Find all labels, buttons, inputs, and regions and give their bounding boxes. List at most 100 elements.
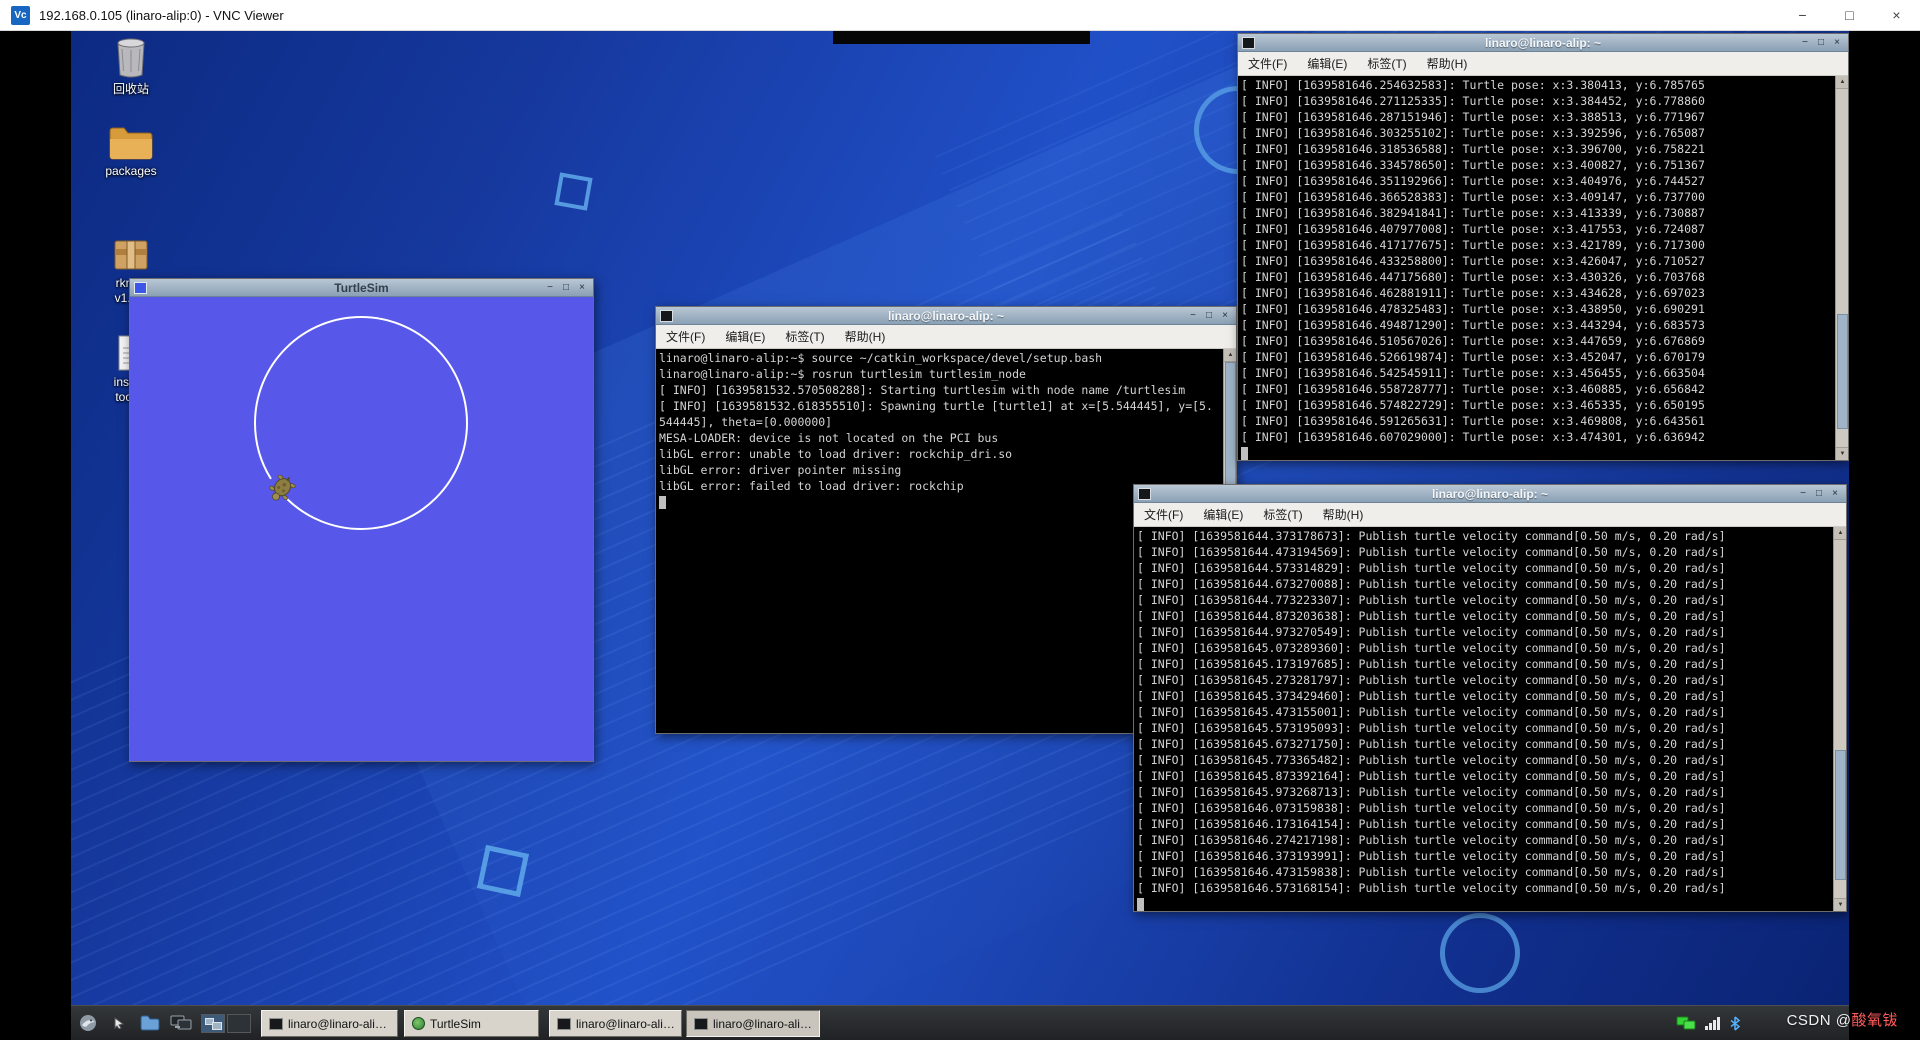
cursor-row	[1137, 896, 1846, 911]
terminal-line: 544445], theta=[0.000000]	[659, 415, 833, 429]
terminal-line: [ INFO] [1639581646.287151946]: Turtle p…	[1241, 110, 1705, 124]
menu-item[interactable]: 文件(F)	[1134, 503, 1193, 527]
system-tray	[1676, 1006, 1741, 1040]
menu-item[interactable]: 标签(T)	[1253, 503, 1312, 527]
network-status-icon[interactable]	[1676, 1015, 1696, 1031]
scrollbar-thumb[interactable]	[1835, 749, 1846, 881]
scroll-up-icon[interactable]: ▲	[1834, 527, 1846, 540]
bluetooth-icon[interactable]	[1729, 1015, 1741, 1031]
titlebar[interactable]: linaro@linaro-alip: ~ − □ ×	[1238, 34, 1848, 52]
menubar: 文件(F) 编辑(E) 标签(T) 帮助(H)	[656, 325, 1236, 349]
terminal-line: [ INFO] [1639581646.334578650]: Turtle p…	[1241, 158, 1705, 172]
terminal-line: [ INFO] [1639581646.274217198]: Publish …	[1137, 833, 1726, 847]
titlebar[interactable]: linaro@linaro-alip: ~ − □ ×	[1134, 485, 1846, 503]
minimize-button[interactable]: −	[1797, 36, 1813, 50]
desktop-icon-recycle-bin[interactable]: 回收站	[83, 37, 179, 97]
menu-item[interactable]: 编辑(E)	[1193, 503, 1253, 527]
turtlesim-canvas[interactable]	[130, 297, 593, 761]
scrollbar-thumb[interactable]	[1837, 314, 1848, 430]
minimize-button[interactable]: −	[1795, 487, 1811, 501]
maximize-button[interactable]: □	[1813, 36, 1829, 50]
scroll-up-icon[interactable]: ▲	[1836, 76, 1848, 89]
taskbar-window-turtlesim[interactable]: TurtleSim	[404, 1010, 539, 1037]
app-menu-button[interactable]	[77, 1012, 99, 1034]
close-button[interactable]: ×	[1873, 0, 1920, 30]
show-desktop-button[interactable]	[108, 1012, 130, 1034]
taskbar-window-terminal-2[interactable]: linaro@linaro-ali…	[549, 1010, 682, 1037]
window-title: linaro@linaro-alip: ~	[1431, 486, 1549, 501]
maximize-button[interactable]: □	[1826, 0, 1873, 30]
desktop-icon-packages[interactable]: packages	[83, 123, 179, 179]
vnc-titlebar[interactable]: Vc 192.168.0.105 (linaro-alip:0) - VNC V…	[0, 0, 1920, 31]
terminal-line: [ INFO] [1639581645.273281797]: Publish …	[1137, 673, 1726, 687]
scroll-up-icon[interactable]: ▲	[1224, 349, 1236, 362]
terminal-line: [ INFO] [1639581646.271125335]: Turtle p…	[1241, 94, 1705, 108]
scrollbar[interactable]: ▲ ▼	[1835, 76, 1848, 460]
terminal-icon	[694, 1017, 708, 1030]
workspace-1[interactable]	[201, 1013, 225, 1033]
terminal-line: [ INFO] [1639581646.407977008]: Turtle p…	[1241, 222, 1705, 236]
titlebar[interactable]: TurtleSim − □ ×	[130, 279, 593, 297]
terminal-output[interactable]: [ INFO] [1639581644.373178673]: Publish …	[1134, 527, 1846, 911]
terminal-output[interactable]: [ INFO] [1639581646.254632583]: Turtle p…	[1238, 76, 1848, 460]
terminal-line: [ INFO] [1639581646.591265631]: Turtle p…	[1241, 414, 1705, 428]
terminal-line: [ INFO] [1639581646.254632583]: Turtle p…	[1241, 78, 1705, 92]
terminal-window-pose: linaro@linaro-alip: ~ − □ × 文件(F) 编辑(E) 标签…	[1237, 33, 1849, 461]
menu-item[interactable]: 标签(T)	[775, 325, 834, 349]
folder-icon	[109, 127, 153, 160]
menu-item[interactable]: 编辑(E)	[1297, 52, 1357, 76]
terminal-line: [ INFO] [1639581644.673270088]: Publish …	[1137, 577, 1726, 591]
menu-item[interactable]: 帮助(H)	[835, 325, 896, 349]
terminal-line: [ INFO] [1639581644.773223307]: Publish …	[1137, 593, 1726, 607]
workspace-2[interactable]	[227, 1013, 251, 1033]
decor-square	[476, 844, 530, 898]
maximize-button[interactable]: □	[1201, 309, 1217, 323]
window-controls: − □ ×	[1795, 487, 1843, 501]
watermark-prefix: CSDN @	[1786, 1012, 1852, 1029]
taskbar-launchers	[77, 1006, 251, 1040]
scroll-down-icon[interactable]: ▼	[1836, 447, 1848, 460]
scroll-down-icon[interactable]: ▼	[1834, 898, 1846, 911]
menu-item[interactable]: 帮助(H)	[1313, 503, 1374, 527]
menubar: 文件(F) 编辑(E) 标签(T) 帮助(H)	[1238, 52, 1848, 76]
close-button[interactable]: ×	[574, 281, 590, 295]
display-settings-button[interactable]	[170, 1012, 192, 1034]
maximize-button[interactable]: □	[558, 281, 574, 295]
terminal-line: [ INFO] [1639581646.433258800]: Turtle p…	[1241, 254, 1705, 268]
terminal-line: [ INFO] [1639581646.351192966]: Turtle p…	[1241, 174, 1705, 188]
close-button[interactable]: ×	[1829, 36, 1845, 50]
terminal-line: [ INFO] [1639581645.373429460]: Publish …	[1137, 689, 1726, 703]
menu-item[interactable]: 编辑(E)	[715, 325, 775, 349]
menu-item[interactable]: 文件(F)	[1238, 52, 1297, 76]
terminal-line: [ INFO] [1639581646.573168154]: Publish …	[1137, 881, 1726, 895]
terminal-cursor	[659, 495, 666, 509]
vnc-app-icon: Vc	[11, 5, 30, 25]
minimize-button[interactable]: −	[542, 281, 558, 295]
minimize-button[interactable]: −	[1185, 309, 1201, 323]
close-button[interactable]: ×	[1217, 309, 1233, 323]
window-title: TurtleSim	[334, 280, 389, 295]
menu-item[interactable]: 标签(T)	[1357, 52, 1416, 76]
menu-item[interactable]: 帮助(H)	[1417, 52, 1478, 76]
desktop-icon-label: 回收站	[112, 82, 149, 96]
terminal-line: [ INFO] [1639581645.673271750]: Publish …	[1137, 737, 1726, 751]
turtle-path-circle	[254, 316, 468, 530]
minimize-button[interactable]: −	[1779, 0, 1826, 30]
terminal-line: [ INFO] [1639581646.558728777]: Turtle p…	[1241, 382, 1705, 396]
maximize-button[interactable]: □	[1811, 487, 1827, 501]
titlebar[interactable]: linaro@linaro-alip: ~ − □ ×	[656, 307, 1236, 325]
scrollbar[interactable]: ▲ ▼	[1833, 527, 1846, 911]
menu-item[interactable]: 文件(F)	[656, 325, 715, 349]
vnc-window-title: 192.168.0.105 (linaro-alip:0) - VNC View…	[39, 7, 284, 23]
terminal-line: [ INFO] [1639581646.607029000]: Turtle p…	[1241, 430, 1705, 444]
decor-square	[554, 172, 593, 211]
linux-desktop[interactable]: 回收站 packages rknn-t v1.3.2	[71, 31, 1849, 1040]
terminal-line: [ INFO] [1639581646.462881911]: Turtle p…	[1241, 286, 1705, 300]
signal-strength-icon[interactable]	[1705, 1016, 1720, 1030]
taskbar-window-terminal-3[interactable]: linaro@linaro-ali…	[686, 1010, 820, 1037]
close-button[interactable]: ×	[1827, 487, 1843, 501]
window-title: linaro@linaro-alip: ~	[887, 308, 1005, 323]
taskbar-window-terminal-1[interactable]: linaro@linaro-ali…	[261, 1010, 398, 1037]
file-manager-button[interactable]	[139, 1012, 161, 1034]
collapsed-panel[interactable]	[833, 31, 1090, 44]
